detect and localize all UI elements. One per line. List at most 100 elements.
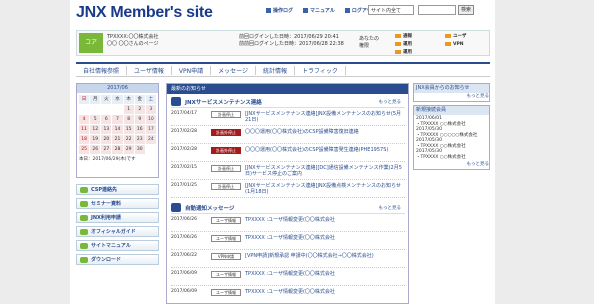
row-link[interactable]: [JNXサービスメンテナンス連絡]JNX設備点検メンテナンスのお知らせ(1月18… [245,183,405,195]
right-item: 運用 [395,41,441,47]
calendar-date[interactable]: 21 [112,135,123,144]
maintenance-row: 2017/02/28 計画外停止 〇〇〇運用(〇〇株式会社)のCSP設備障害復旧連絡 [171,126,405,144]
row-link[interactable]: TPXXXX :ユーザ情報変更(〇〇株式会社 [245,217,405,223]
download-icon [80,256,88,263]
calendar-date[interactable]: 9 [134,115,145,124]
calendar-date[interactable]: 17 [145,125,156,134]
calendar-date[interactable]: 4 [79,115,90,124]
calendar-date[interactable]: 10 [145,115,156,124]
news-panel: 最新のお知らせ JNXサービスメンテナンス連絡 もっと見る 2017/04/17… [166,83,409,304]
site-logo[interactable]: JNX Member's site [76,4,213,22]
calendar-date[interactable]: 16 [134,125,145,134]
calendar-date[interactable]: 3 [145,105,156,114]
row-date: 2017/02/15 [171,165,197,170]
calendar-date[interactable]: 28 [112,145,123,154]
calendar-date[interactable]: 14 [112,125,123,134]
right-item: ユーザ [445,33,487,39]
calendar-date[interactable]: 18 [79,135,90,144]
row-link[interactable]: TPXXXX :ユーザ情報変更(〇〇株式会社 [245,235,405,241]
calendar-day-header: 水 [112,95,123,104]
calendar-date[interactable]: 19 [90,135,101,144]
row-date: 2017/06/09 [171,289,197,294]
menu-seminar-docs[interactable]: セミナー資料 [76,198,159,209]
row-link[interactable]: [JNXサービスメンテナンス連絡]JNX設備メンテナンスのお知らせ(5月21日) [245,111,405,123]
calendar-date[interactable]: 26 [90,145,101,154]
calendar-date[interactable]: 2 [134,105,145,114]
nav-vpn-request[interactable]: VPN申請 [172,65,212,75]
row-date: 2017/01/25 [171,183,197,188]
right-icon [395,50,401,54]
rights-label: あなたの 権限 [359,36,380,49]
calendar-date[interactable]: 6 [101,115,112,124]
menu-download[interactable]: ダウンロード [76,254,159,265]
maintenance-more-link[interactable]: もっと見る [379,99,402,105]
calendar-date[interactable]: 22 [123,135,134,144]
row-date: 2017/04/17 [171,111,197,116]
nav-company-info[interactable]: 自社情報参照 [76,65,128,75]
nav-traffic[interactable]: トラフィック [295,65,346,75]
maintenance-section-title: JNXサービスメンテナンス連絡 [171,96,405,108]
row-link[interactable]: [JNXサービスメンテナンス連絡][DC]通信設備メンテナンス作業(2月5日)サ… [245,165,405,177]
new-members-title: 新規接続会員 [414,106,489,115]
manual-icon [303,8,309,13]
row-link[interactable]: [VPN申請]新規承認 申請中(〇〇株式会社→〇〇株式会社) [245,253,405,259]
operation-log-link[interactable]: 操作ログ [266,7,293,14]
maintenance-list: 2017/04/17 計画停止 [JNXサービスメンテナンス連絡]JNX設備メンテナ… [171,108,405,198]
row-category-tag: 計画停止 [211,183,241,190]
top-links: 操作ログ マニュアル ログアウト [266,7,377,14]
calendar-date[interactable]: 27 [101,145,112,154]
calendar-date[interactable]: 30 [134,145,145,154]
news-panel-title: 最新のお知らせ [167,84,408,94]
menu-site-manual[interactable]: サイトマニュアル [76,240,159,251]
search-input[interactable] [418,5,456,15]
calendar-date[interactable]: 13 [101,125,112,134]
calendar-date[interactable]: 24 [145,135,156,144]
row-link[interactable]: TPXXXX :ユーザ情報変更(〇〇株式会社 [245,289,405,295]
member-news-more-link[interactable]: もっと見る [414,93,490,101]
row-category-tag: VPN申請 [211,253,241,260]
calendar-today: 本日：2017/06/29(木)です [79,157,136,162]
user-badge: コア [79,33,103,53]
auto-message-row: 2017/06/22 VPN申請 [VPN申請]新規承認 申請中(〇〇株式会社→〇〇… [171,250,405,268]
calendar-date[interactable]: 25 [79,145,90,154]
row-link[interactable]: 〇〇〇運用(〇〇株式会社)のCSP設備障害発生連絡(PHE1957S) [245,147,405,153]
row-link[interactable]: TPXXXX :ユーザ情報変更(〇〇株式会社 [245,271,405,277]
row-category-tag: ユーザ情報 [211,271,241,278]
calendar-date[interactable]: 11 [79,125,90,134]
menu-csp-contacts[interactable]: CSP連絡先 [76,184,159,195]
calendar-date[interactable]: 15 [123,125,134,134]
row-date: 2017/06/09 [171,271,197,276]
side-menu: CSP連絡先 セミナー資料 JNX利用申請 オフィシャルガイド サイトマニュアル… [76,184,159,268]
calendar-date[interactable]: 12 [90,125,101,134]
menu-official-guide[interactable]: オフィシャルガイド [76,226,159,237]
search-button[interactable]: 検索 [458,5,474,15]
row-category-tag: 計画外停止 [211,147,241,154]
calendar-date[interactable]: 29 [123,145,134,154]
calendar-date [112,105,123,114]
auto-message-more-link[interactable]: もっと見る [379,205,402,211]
nav-user-info[interactable]: ユーザ情報 [127,65,172,75]
calendar-day-header: 土 [145,95,156,104]
calendar-day-header: 金 [134,95,145,104]
search-scope-select[interactable]: サイト内全て [368,5,414,15]
calendar-title: 2017/06 [77,84,158,93]
calendar-date[interactable]: 8 [123,115,134,124]
manual-icon [80,242,88,249]
calendar-date[interactable]: 1 [123,105,134,114]
auto-message-row: 2017/06/26 ユーザ情報 TPXXXX :ユーザ情報変更(〇〇株式会社 [171,214,405,232]
maintenance-row: 2017/04/17 計画停止 [JNXサービスメンテナンス連絡]JNX設備メンテナ… [171,108,405,126]
menu-jnx-application[interactable]: JNX利用申請 [76,212,159,223]
manual-link[interactable]: マニュアル [303,7,335,14]
nav-messages[interactable]: メッセージ [211,65,257,75]
nav-statistics[interactable]: 統計情報 [256,65,296,75]
login-history: 前回ログインした日時：2017/06/29 20:41 前前回ログインした日時：2… [239,34,344,47]
calendar-date[interactable]: 20 [101,135,112,144]
calendar-date[interactable]: 5 [90,115,101,124]
new-members-list: 2017/06/01 ・TPXXXX ○○株式会社 2017/05/30 ・TPXXX… [414,115,489,161]
calendar-date[interactable]: 7 [112,115,123,124]
auto-message-row: 2017/06/26 ユーザ情報 TPXXXX :ユーザ情報変更(〇〇株式会社 [171,232,405,250]
calendar-date[interactable]: 23 [134,135,145,144]
new-members-more-link[interactable]: もっと見る [414,161,490,169]
row-link[interactable]: 〇〇〇運用(〇〇株式会社)のCSP設備障害復旧連絡 [245,129,405,135]
row-category-tag: ユーザ情報 [211,235,241,242]
